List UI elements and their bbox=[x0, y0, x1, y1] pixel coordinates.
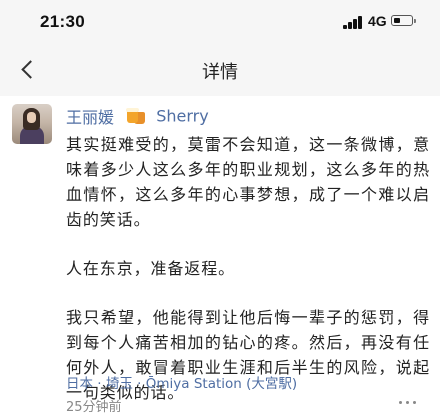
battery-icon bbox=[391, 15, 416, 26]
page-title: 详情 bbox=[202, 62, 238, 83]
group-label[interactable]: Sherry bbox=[156, 107, 208, 126]
post-timestamp: 25分钟前 bbox=[66, 400, 122, 415]
post-card: 王丽媛 Sherry 其实挺难受的，莫雷不会知道，这一条微博，意味着多少人这么多… bbox=[0, 96, 440, 420]
post-paragraph: 其实挺难受的，莫雷不会知道，这一条微博，意味着多少人这么多年的职业规划，这么多年… bbox=[66, 135, 430, 229]
chevron-left-icon bbox=[21, 60, 40, 79]
status-bar: 21:30 4G bbox=[0, 0, 440, 44]
user-row: 王丽媛 Sherry bbox=[66, 104, 209, 128]
signal-bars-icon bbox=[343, 16, 363, 29]
username[interactable]: 王丽媛 bbox=[66, 108, 114, 127]
back-button[interactable] bbox=[12, 54, 42, 86]
nav-bar: 详情 bbox=[0, 44, 440, 96]
beer-cup-icon[interactable] bbox=[125, 107, 147, 125]
more-button[interactable] bbox=[396, 396, 420, 408]
network-label: 4G bbox=[368, 13, 387, 29]
post-paragraph: 人在东京，准备返程。 bbox=[66, 259, 236, 278]
location-link[interactable]: 日本 · 埼玉 · Ōmiya Station (大宮駅) bbox=[66, 372, 297, 392]
avatar[interactable] bbox=[12, 104, 52, 144]
status-time: 21:30 bbox=[40, 12, 85, 31]
page-title-container: 详情 bbox=[0, 58, 440, 84]
post-detail-screen: 21:30 4G 详情 王丽媛 Sherry 其实挺难受的，莫雷不会知道，这一条… bbox=[0, 0, 440, 420]
